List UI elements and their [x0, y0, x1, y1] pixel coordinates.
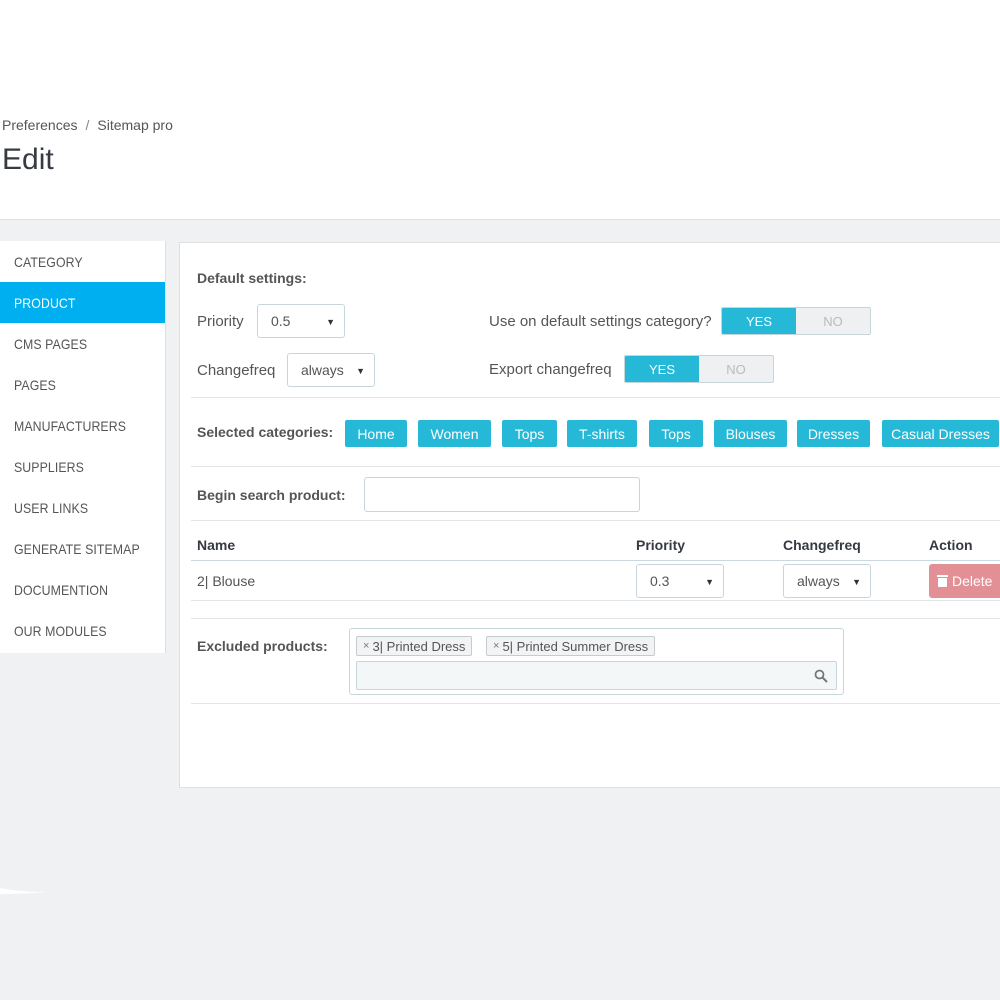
category-tag-t-shirts[interactable]: T-shirts [567, 420, 637, 447]
selected-categories-label: Selected categories: [197, 424, 334, 440]
breadcrumb-item-sitemap-pro[interactable]: Sitemap pro [97, 117, 172, 133]
sidebar-item-label: CATEGORY [14, 253, 83, 270]
remove-chip-icon[interactable]: × [493, 640, 499, 652]
column-header-priority: Priority [636, 537, 686, 553]
sidebar-item-our-modules[interactable]: OUR MODULES [0, 610, 165, 651]
priority-select-value: 0.5 [271, 313, 291, 329]
excluded-products-label: Excluded products: [197, 638, 328, 654]
column-header-name: Name [197, 537, 236, 553]
sidebar-item-product[interactable]: PRODUCT [0, 282, 165, 323]
sidebar-item-label: CMS PAGES [14, 335, 88, 352]
breadcrumb: Preferences / Sitemap pro [2, 117, 173, 133]
priority-label: Priority [197, 313, 244, 330]
sidebar-item-label: MANUFACTURERS [14, 417, 127, 434]
export-changefreq-switch[interactable]: YES NO [624, 355, 774, 383]
changefreq-label: Changefreq [197, 362, 276, 379]
use-default-settings-switch[interactable]: YES NO [721, 307, 871, 335]
use-default-yes-option[interactable]: YES [722, 308, 796, 334]
changefreq-select-value: always [301, 362, 344, 378]
caret-down-icon: ▼ [356, 366, 365, 376]
sidebar: CATEGORY PRODUCT CMS PAGES PAGES MANUFAC… [0, 241, 166, 653]
table-row-name: 2| Blouse [197, 573, 256, 589]
divider [191, 520, 1000, 521]
excluded-products-field[interactable]: × 3| Printed Dress × 5| Printed Summer Dre… [349, 628, 844, 695]
column-header-action: Action [929, 537, 973, 553]
trash-icon [937, 575, 948, 587]
sidebar-item-category[interactable]: CATEGORY [0, 241, 165, 282]
delete-button[interactable]: Delete [929, 564, 1000, 598]
table-header-divider [191, 560, 1000, 561]
category-tag-blouses[interactable]: Blouses [714, 420, 787, 447]
excluded-product-chip[interactable]: × 3| Printed Dress [356, 636, 473, 656]
row-priority-select-value: 0.3 [650, 573, 670, 589]
divider [191, 618, 1000, 619]
settings-panel: Default settings: Priority 0.5 ▼ Changef… [179, 242, 1000, 788]
category-tag-home[interactable]: Home [345, 420, 407, 447]
sidebar-item-user-links[interactable]: USER LINKS [0, 487, 165, 528]
sidebar-item-label: OUR MODULES [14, 622, 107, 639]
decorative-swoosh [0, 888, 48, 894]
category-tag-tops-2[interactable]: Tops [649, 420, 703, 447]
row-priority-select[interactable]: 0.3 ▼ [636, 564, 724, 598]
delete-button-label: Delete [952, 573, 993, 589]
use-default-no-option[interactable]: NO [796, 308, 870, 334]
divider [191, 466, 1000, 467]
priority-select[interactable]: 0.5 ▼ [257, 304, 345, 338]
sidebar-item-label: USER LINKS [14, 499, 89, 516]
sidebar-item-label: PRODUCT [14, 294, 76, 311]
sidebar-item-documention[interactable]: DOCUMENTION [0, 569, 165, 610]
sidebar-item-label: GENERATE SITEMAP [14, 540, 140, 557]
caret-down-icon: ▼ [852, 577, 861, 587]
breadcrumb-item-preferences[interactable]: Preferences [2, 117, 77, 133]
search-icon [814, 669, 828, 683]
breadcrumb-separator: / [85, 117, 90, 133]
sidebar-item-label: DOCUMENTION [14, 581, 109, 598]
category-tag-dresses[interactable]: Dresses [797, 420, 870, 447]
divider [191, 703, 1000, 704]
caret-down-icon: ▼ [705, 577, 714, 587]
chip-label: 3| Printed Dress [372, 638, 466, 654]
category-tag-women[interactable]: Women [418, 420, 491, 447]
excluded-products-search-input[interactable] [356, 661, 837, 690]
sidebar-item-pages[interactable]: PAGES [0, 364, 165, 405]
export-changefreq-yes-option[interactable]: YES [625, 356, 699, 382]
page-title: Edit [2, 143, 54, 176]
changefreq-select[interactable]: always ▼ [287, 353, 375, 387]
sidebar-item-cms-pages[interactable]: CMS PAGES [0, 323, 165, 364]
export-changefreq-no-option[interactable]: NO [699, 356, 773, 382]
category-tag-casual-dresses[interactable]: Casual Dresses [882, 420, 999, 447]
default-settings-heading: Default settings: [197, 270, 307, 286]
sidebar-item-suppliers[interactable]: SUPPLIERS [0, 446, 165, 487]
row-changefreq-select[interactable]: always ▼ [783, 564, 871, 598]
remove-chip-icon[interactable]: × [363, 640, 369, 652]
category-tag-tops[interactable]: Tops [502, 420, 557, 447]
sidebar-item-manufacturers[interactable]: MANUFACTURERS [0, 405, 165, 446]
caret-down-icon: ▼ [326, 317, 335, 327]
export-changefreq-label: Export changefreq [489, 361, 612, 378]
divider [191, 397, 1000, 398]
divider [191, 600, 1000, 601]
use-default-settings-label: Use on default settings category? [489, 313, 712, 330]
search-product-input[interactable] [364, 477, 640, 512]
sidebar-item-generate-sitemap[interactable]: GENERATE SITEMAP [0, 528, 165, 569]
begin-search-product-label: Begin search product: [197, 487, 346, 503]
column-header-changefreq: Changefreq [783, 537, 861, 553]
sidebar-item-label: PAGES [14, 376, 56, 393]
chip-label: 5| Printed Summer Dress [502, 638, 649, 654]
sidebar-item-label: SUPPLIERS [14, 458, 84, 475]
page-header: Preferences / Sitemap pro Edit [0, 0, 1000, 220]
row-changefreq-select-value: always [797, 573, 840, 589]
excluded-product-chip[interactable]: × 5| Printed Summer Dress [486, 636, 656, 656]
